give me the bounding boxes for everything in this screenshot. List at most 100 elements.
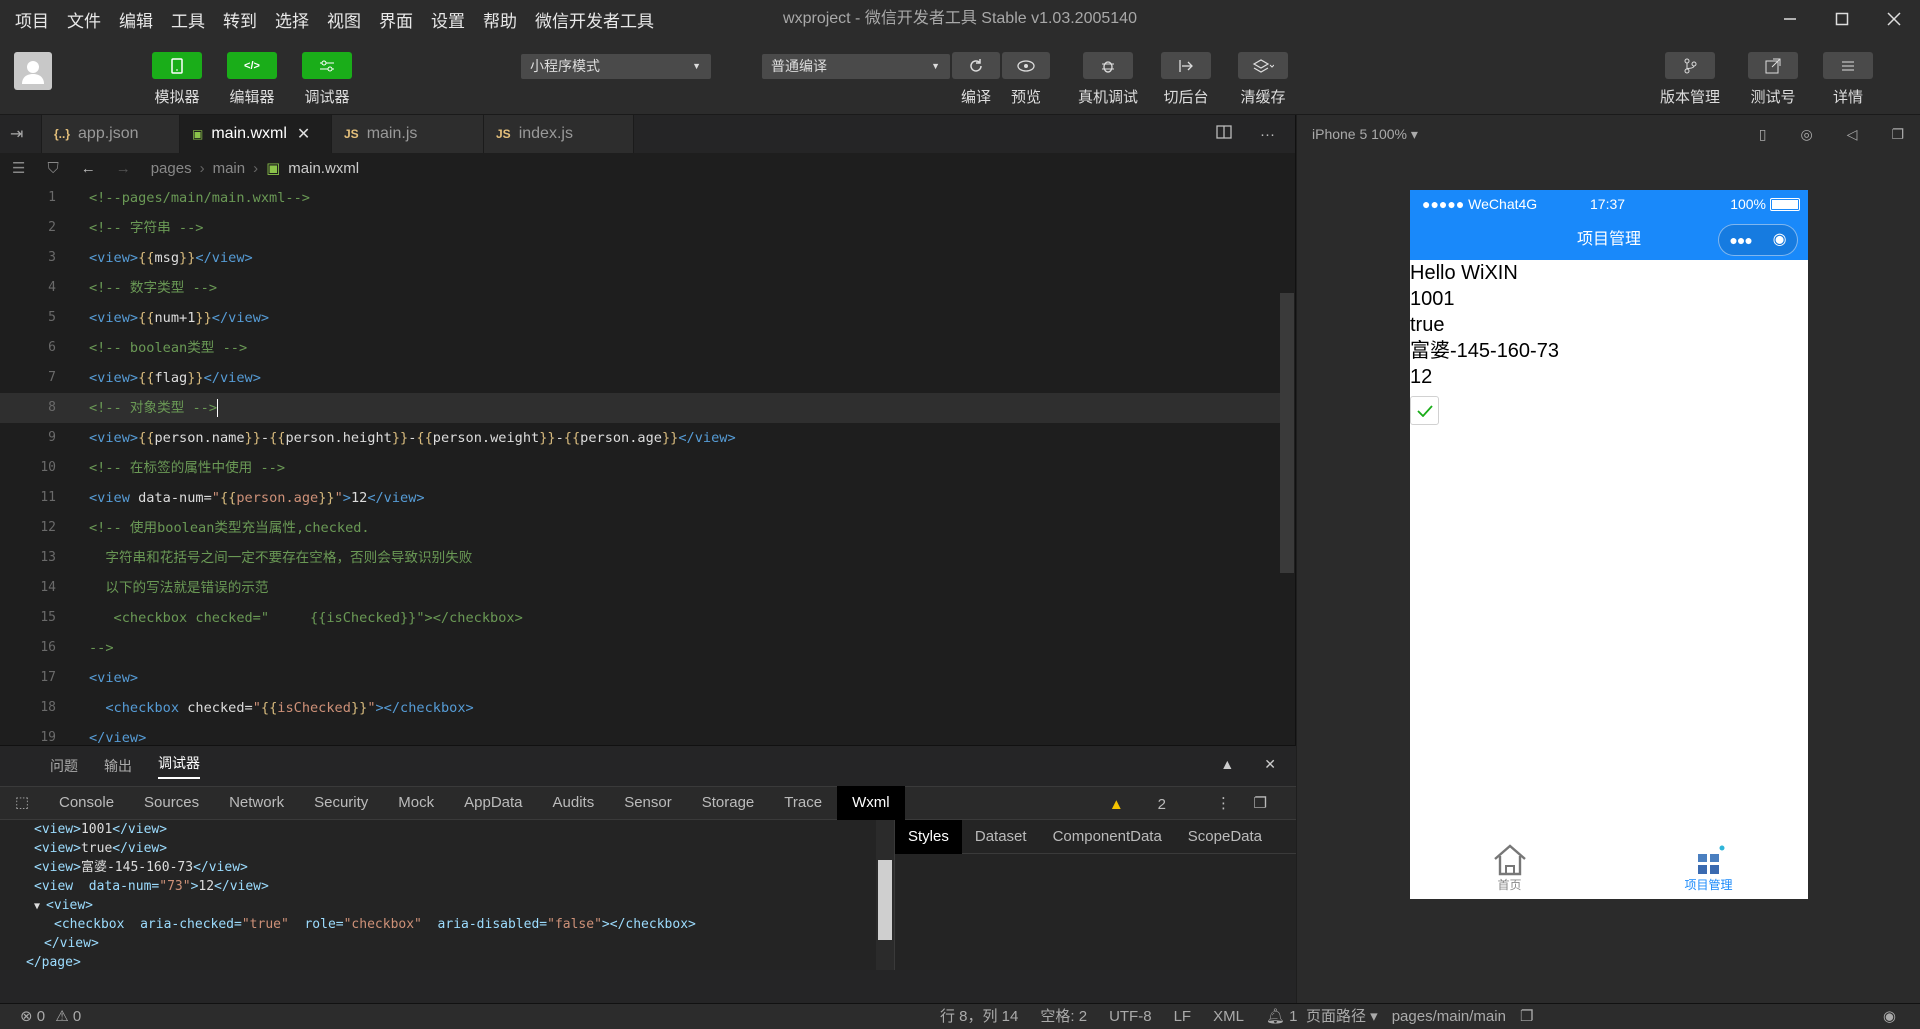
- minimize-button[interactable]: [1764, 0, 1816, 38]
- remote-debug-button[interactable]: 真机调试: [1078, 52, 1138, 107]
- code-area[interactable]: 1 <!--pages/main/main.wxml--> 2 <!-- 字符串 -…: [0, 183, 1280, 745]
- back-icon[interactable]: ←: [81, 160, 96, 177]
- tab-wxml[interactable]: Wxml: [837, 786, 905, 820]
- tab-trace[interactable]: Trace: [769, 786, 837, 820]
- tab-home[interactable]: 首页: [1410, 831, 1609, 899]
- copy-icon[interactable]: ❐: [1520, 1004, 1533, 1029]
- tab-componentdata[interactable]: ComponentData: [1040, 820, 1175, 854]
- editor-scrollbar[interactable]: [1280, 293, 1294, 573]
- test-id-button[interactable]: 测试号: [1748, 52, 1798, 107]
- wxml-node[interactable]: <view>true</view>: [0, 839, 876, 858]
- preview-button[interactable]: 预览: [1002, 52, 1050, 107]
- cursor-position[interactable]: 行 8，列 14: [940, 1004, 1018, 1029]
- tab-output[interactable]: 输出: [104, 756, 132, 776]
- encoding[interactable]: UTF-8: [1109, 1004, 1152, 1029]
- tab-dataset[interactable]: Dataset: [962, 820, 1040, 854]
- page-path-select[interactable]: 页面路径 ▾: [1306, 1004, 1378, 1029]
- tab-index-js[interactable]: JS index.js: [484, 115, 634, 153]
- tab-sources[interactable]: Sources: [129, 786, 214, 820]
- debugger-toggle[interactable]: 调试器: [302, 52, 352, 107]
- menu-select[interactable]: 选择: [266, 7, 318, 32]
- detach-icon[interactable]: ❐: [1891, 126, 1904, 143]
- wxml-node[interactable]: </view>: [0, 934, 876, 953]
- device-select[interactable]: iPhone 5 100% ▾: [1312, 126, 1418, 143]
- menu-wechat-devtools[interactable]: 微信开发者工具: [526, 7, 663, 32]
- line-ending[interactable]: LF: [1174, 1004, 1192, 1029]
- wxml-node[interactable]: <view>富婆-145-160-73</view>: [0, 858, 876, 877]
- more-dots-icon[interactable]: ●●●: [1729, 220, 1752, 260]
- tab-app-json[interactable]: {..} app.json: [42, 115, 180, 153]
- dock-icon[interactable]: ❐: [1239, 787, 1282, 821]
- tab-sensor[interactable]: Sensor: [609, 786, 687, 820]
- menu-goto[interactable]: 转到: [214, 7, 266, 32]
- tab-styles[interactable]: Styles: [895, 819, 962, 854]
- menu-project[interactable]: 项目: [6, 7, 58, 32]
- tab-debugger[interactable]: 调试器: [158, 753, 200, 779]
- menu-settings[interactable]: 设置: [422, 7, 474, 32]
- split-editor-icon[interactable]: [1216, 125, 1232, 143]
- problems-summary[interactable]: ⊗ 0 ⚠ 0: [20, 1004, 81, 1029]
- wxml-node[interactable]: <checkbox aria-checked="true" role="chec…: [0, 915, 876, 934]
- forward-icon[interactable]: →: [116, 160, 131, 177]
- breadcrumb-item[interactable]: main: [213, 160, 246, 177]
- bookmark-icon[interactable]: ⛉: [47, 160, 58, 177]
- editor-toggle[interactable]: </> 编辑器: [227, 52, 277, 107]
- tab-console[interactable]: Console: [44, 786, 129, 820]
- tab-project[interactable]: 项目管理: [1609, 831, 1808, 899]
- phone-screen[interactable]: ●●●●● WeChat4G 17:37 100% 项目管理 ●●● ◉ Hel…: [1410, 190, 1808, 899]
- simulator-toggle[interactable]: 模拟器: [152, 52, 202, 107]
- clear-cache-button[interactable]: 清缓存: [1238, 52, 1288, 107]
- capsule-button[interactable]: ●●● ◉: [1718, 224, 1798, 256]
- tab-appdata[interactable]: AppData: [449, 786, 537, 820]
- maximize-button[interactable]: [1816, 0, 1868, 38]
- tab-storage[interactable]: Storage: [687, 786, 770, 820]
- wxml-node[interactable]: <view>1001</view>: [0, 820, 876, 839]
- tab-audits[interactable]: Audits: [538, 786, 610, 820]
- tab-scopedata[interactable]: ScopeData: [1175, 820, 1275, 854]
- tab-network[interactable]: Network: [214, 786, 299, 820]
- record-icon[interactable]: ◎: [1800, 126, 1812, 143]
- menu-file[interactable]: 文件: [58, 7, 110, 32]
- tab-problems[interactable]: 问题: [50, 756, 78, 776]
- indent-setting[interactable]: 空格: 2: [1040, 1004, 1087, 1029]
- close-window-button[interactable]: [1868, 0, 1920, 38]
- avatar[interactable]: [14, 52, 52, 90]
- wxml-tree[interactable]: <view>1001</view> <view>true</view> <vie…: [0, 820, 876, 970]
- close-miniprogram-icon[interactable]: ◉: [1773, 220, 1787, 260]
- wxml-node[interactable]: <view data-num="73">12</view>: [0, 877, 876, 896]
- close-icon[interactable]: ✕: [1264, 756, 1276, 773]
- toggle-sidebar-button[interactable]: ⇥: [0, 115, 42, 153]
- more-icon[interactable]: ···: [1260, 126, 1275, 143]
- compile-button[interactable]: 编译: [952, 52, 1000, 107]
- background-button[interactable]: 切后台: [1161, 52, 1211, 107]
- details-button[interactable]: 详情: [1823, 52, 1873, 107]
- warning-badge[interactable]: ▲ 2: [1079, 787, 1196, 821]
- menu-help[interactable]: 帮助: [474, 7, 526, 32]
- breadcrumb-item[interactable]: pages: [151, 160, 192, 177]
- breadcrumb-item[interactable]: main.wxml: [288, 160, 359, 177]
- notifications[interactable]: 🔔︎ 1: [1266, 1004, 1298, 1029]
- volume-icon[interactable]: ◁: [1847, 126, 1858, 143]
- close-icon[interactable]: ✕: [297, 124, 310, 144]
- eye-icon[interactable]: ◉: [1883, 1004, 1896, 1029]
- compile-mode-select[interactable]: 普通编译 ▼: [762, 54, 950, 79]
- wxml-scrollbar[interactable]: [876, 820, 894, 970]
- outline-icon[interactable]: ☰: [12, 159, 25, 177]
- menu-interface[interactable]: 界面: [370, 7, 422, 32]
- mode-select[interactable]: 小程序模式 ▼: [521, 54, 711, 79]
- menu-view[interactable]: 视图: [318, 7, 370, 32]
- version-button[interactable]: 版本管理: [1660, 52, 1720, 107]
- inspect-element-icon[interactable]: ⬚: [0, 786, 44, 820]
- phone-icon[interactable]: ▯: [1759, 126, 1767, 143]
- wxml-node[interactable]: ▼ <view>: [0, 896, 876, 915]
- wxml-node[interactable]: </page>: [0, 953, 876, 970]
- checkbox[interactable]: [1410, 396, 1439, 425]
- tab-security[interactable]: Security: [299, 786, 383, 820]
- collapse-up-icon[interactable]: ▲: [1220, 756, 1234, 773]
- language-mode[interactable]: XML: [1213, 1004, 1244, 1029]
- tab-main-js[interactable]: JS main.js: [332, 115, 484, 153]
- menu-edit[interactable]: 编辑: [110, 7, 162, 32]
- tab-main-wxml[interactable]: ▣ main.wxml ✕: [180, 115, 332, 153]
- scroll-thumb[interactable]: [878, 860, 892, 940]
- menu-tools[interactable]: 工具: [162, 7, 214, 32]
